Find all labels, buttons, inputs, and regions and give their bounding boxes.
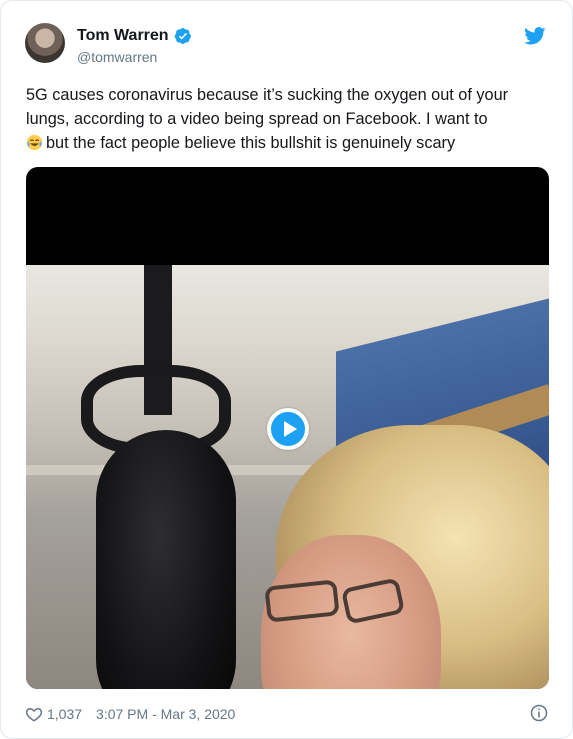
info-icon[interactable] — [530, 704, 548, 722]
author-name-row: Tom Warren — [77, 27, 192, 45]
heart-icon[interactable] — [25, 705, 43, 723]
tweet-text-line2: but the fact people believe this bullshi… — [46, 134, 456, 152]
video-thumbnail — [26, 265, 549, 689]
tweet-footer: 1,037 3:07 PM - Mar 3, 2020 — [25, 703, 550, 725]
avatar[interactable] — [25, 23, 65, 63]
author-handle[interactable]: @tomwarren — [77, 49, 157, 65]
twitter-bird-icon[interactable] — [524, 27, 546, 45]
author-display-name[interactable]: Tom Warren — [77, 27, 169, 45]
tweet-text-line1: 5G causes coronavirus because it’s sucki… — [26, 86, 509, 128]
play-icon — [283, 421, 297, 437]
like-count[interactable]: 1,037 — [47, 706, 82, 722]
face-with-tears-of-joy-icon — [26, 134, 43, 151]
verified-badge-icon — [174, 27, 191, 45]
timestamp[interactable]: 3:07 PM - Mar 3, 2020 — [96, 706, 235, 722]
video-player[interactable] — [26, 167, 549, 689]
play-button[interactable] — [267, 408, 309, 450]
tweet-text: 5G causes coronavirus because it’s sucki… — [26, 83, 551, 155]
microphone — [96, 430, 236, 689]
tweet-card[interactable]: Tom Warren @tomwarren 5G causes coronavi… — [0, 0, 573, 739]
